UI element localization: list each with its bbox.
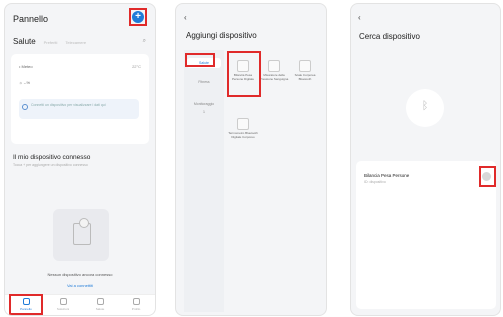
category-termometro[interactable]: Termometro Bluetooth Digitale Corporeo — [228, 118, 258, 139]
health-icon — [96, 298, 104, 305]
humidity-value: ☼ --% — [19, 80, 30, 85]
device-name: Bilancia Pesa Persone — [364, 173, 410, 178]
tab-telecamere[interactable]: Telecamere — [65, 40, 86, 45]
weather-card[interactable]: • Meteo 22°C ☼ --% Connetti un dispositi… — [11, 54, 149, 144]
highlight-salute-category — [185, 53, 215, 67]
dashboard-screen: Pannello + Salute Preferiti Telecamere ⌕… — [4, 3, 156, 316]
thermometer-icon — [237, 118, 249, 130]
empty-state-text: Nessun dispositivo ancora connesso — [47, 272, 113, 277]
back-icon[interactable]: ‹ — [358, 13, 361, 22]
tab-salute[interactable]: Salute — [13, 37, 36, 46]
category-label: Scale Corporea Bluetooth — [294, 73, 316, 81]
category-sidebar: Salute Fitness Monitoraggio 1 — [184, 50, 224, 312]
notice-text: Connetti un dispositivo per visualizzare… — [31, 103, 106, 107]
nav-label: Salute — [95, 307, 105, 311]
tab-bar: Salute Preferiti Telecamere ⌕ — [13, 37, 148, 46]
category-label: Misuratore della Pressione Sanguigna — [259, 73, 289, 81]
devices-section-title: Il mio dispositivo connesso — [13, 154, 91, 161]
connect-link[interactable]: Vai a connettiti — [5, 283, 155, 288]
page-title: Pannello — [13, 14, 49, 24]
weather-label: • Meteo — [19, 64, 33, 69]
device-id: ID: dispositivo — [364, 180, 386, 184]
blood-pressure-icon — [268, 60, 280, 72]
notice-banner[interactable]: Connetti un dispositivo per visualizzare… — [19, 99, 139, 119]
nav-profilo[interactable]: Profilo — [121, 298, 151, 311]
nav-soluzioni[interactable]: Soluzioni — [48, 298, 78, 311]
category-pressione[interactable]: Misuratore della Pressione Sanguigna — [259, 60, 289, 81]
highlight-dashboard-nav — [9, 294, 43, 315]
nav-label: Profilo — [131, 307, 141, 311]
devices-section-subtitle: Tocca + per aggiungere un dispositivo co… — [13, 163, 88, 167]
empty-state-illustration — [53, 209, 109, 261]
sidebar-item-monitoraggio[interactable]: Monitoraggio — [184, 102, 224, 106]
highlight-add-button — [129, 8, 147, 26]
search-icon[interactable]: ⌕ — [143, 38, 146, 45]
nav-salute[interactable]: Salute — [85, 298, 115, 311]
highlight-connect-button — [479, 166, 496, 187]
sidebar-item-extra: 1 — [203, 110, 205, 114]
info-icon — [22, 104, 28, 110]
back-icon[interactable]: ‹ — [184, 13, 187, 22]
body-scale-icon — [299, 60, 311, 72]
found-device-card[interactable]: Bilancia Pesa Persone ID: dispositivo — [356, 161, 496, 309]
category-scale-corporea[interactable]: Scale Corporea Bluetooth — [290, 60, 320, 81]
profile-icon — [132, 298, 140, 305]
add-device-screen: ‹ Aggiungi dispositivo Salute Fitness Mo… — [175, 3, 327, 316]
category-label: Termometro Bluetooth Digitale Corporeo — [228, 131, 258, 139]
tab-preferiti[interactable]: Preferiti — [44, 40, 58, 45]
page-title: Aggiungi dispositivo — [186, 31, 257, 40]
page-title: Cerca dispositivo — [359, 32, 420, 41]
weather-temp: 22°C — [132, 64, 141, 69]
nav-label: Soluzioni — [56, 307, 70, 311]
connection-icon — [79, 218, 89, 228]
sidebar-item-fitness[interactable]: Fitness — [184, 80, 224, 84]
bluetooth-icon: ᛒ — [421, 100, 429, 112]
solutions-icon — [59, 298, 67, 305]
search-device-screen: ‹ Cerca dispositivo ᛒ Bilancia Pesa Pers… — [350, 3, 501, 316]
bluetooth-search-indicator: ᛒ — [406, 89, 444, 127]
highlight-bilancia-category — [227, 51, 261, 97]
